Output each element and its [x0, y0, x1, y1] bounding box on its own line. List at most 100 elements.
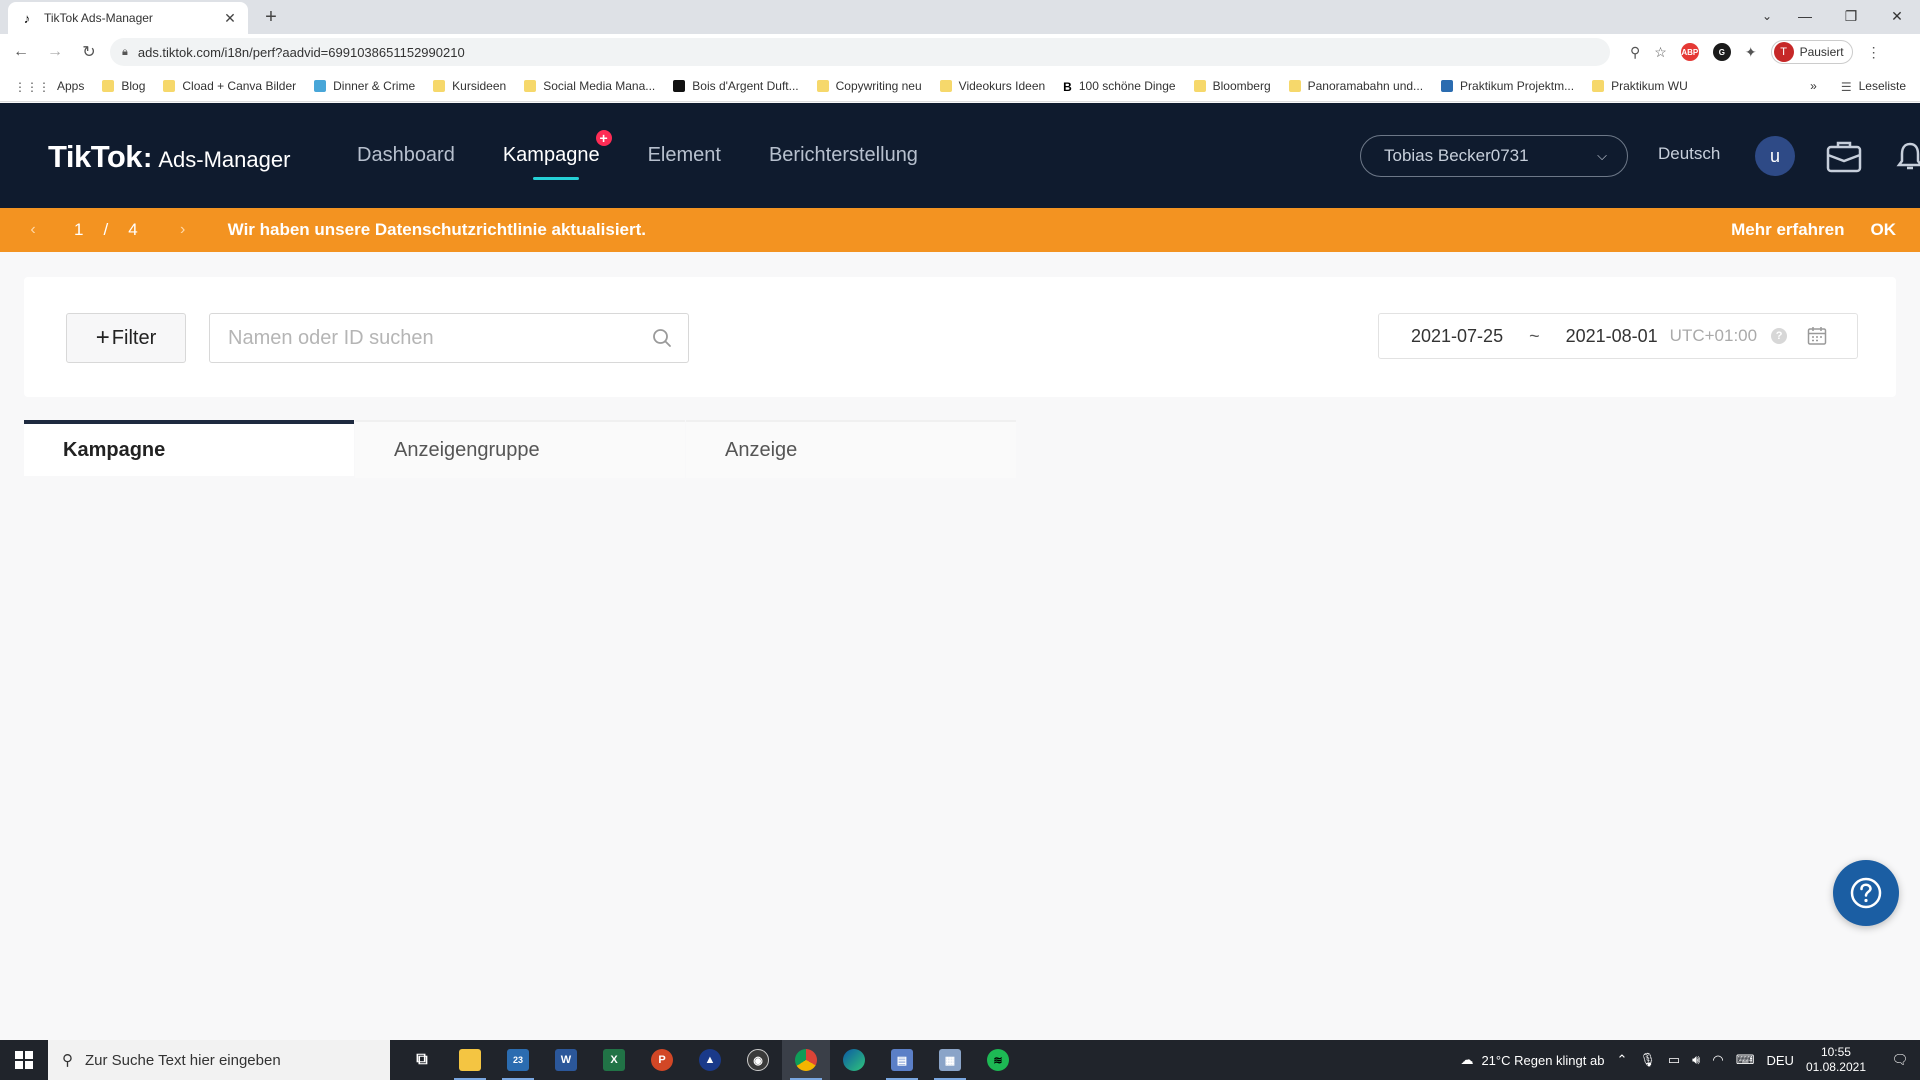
obs-icon: ◉: [747, 1049, 769, 1071]
bookmark-item[interactable]: Praktikum WU: [1592, 79, 1688, 93]
search-icon[interactable]: [652, 328, 672, 348]
bookmark-item[interactable]: Dinner & Crime: [314, 79, 415, 93]
microphone-icon[interactable]: 🎙︎: [1639, 1052, 1656, 1068]
taskbar-search-icon: ⚲: [62, 1052, 73, 1069]
add-filter-button[interactable]: + Filter: [66, 313, 186, 363]
profile-avatar: T: [1773, 42, 1794, 62]
tab-search-icon[interactable]: ⌄: [1752, 9, 1782, 23]
calendar-icon[interactable]: [1807, 326, 1827, 346]
close-tab-icon[interactable]: ✕: [222, 10, 238, 27]
bookmark-star-icon[interactable]: ☆: [1654, 44, 1667, 61]
close-window-icon[interactable]: ✕: [1874, 8, 1920, 25]
bookmark-item[interactable]: Blog: [102, 79, 145, 93]
account-selector[interactable]: Tobias Becker0731 ⌵: [1360, 135, 1628, 177]
taskbar-obs[interactable]: ◉: [734, 1040, 782, 1080]
create-badge-icon[interactable]: +: [595, 130, 612, 146]
url-text[interactable]: ads.tiktok.com/i18n/perf?aadvid=69910386…: [138, 45, 465, 60]
taskbar-spotify[interactable]: ≋: [974, 1040, 1022, 1080]
bookmarks-overflow-icon[interactable]: »: [1810, 79, 1817, 93]
tray-chevron-up-icon[interactable]: ⌃: [1616, 1052, 1627, 1068]
windows-start-button[interactable]: [0, 1040, 48, 1080]
taskbar-excel[interactable]: X: [590, 1040, 638, 1080]
bookmark-item[interactable]: B 100 schöne Dinge: [1063, 79, 1175, 94]
word-icon: W: [555, 1049, 577, 1071]
back-icon[interactable]: ←: [8, 43, 34, 61]
minimize-icon[interactable]: —: [1782, 8, 1828, 24]
date-range-picker[interactable]: 2021-07-25 ~ 2021-08-01 UTC+01:00 ?: [1378, 313, 1858, 359]
input-language[interactable]: DEU: [1766, 1053, 1793, 1068]
search-input[interactable]: [228, 326, 652, 350]
browser-menu-icon[interactable]: ⋮: [1867, 44, 1881, 61]
user-avatar[interactable]: u: [1755, 136, 1795, 176]
reload-icon[interactable]: ↻: [76, 42, 102, 62]
battery-icon[interactable]: ▭: [1668, 1052, 1680, 1068]
keyboard-icon[interactable]: ⌨: [1736, 1052, 1755, 1068]
notes-app-icon: ▦: [939, 1049, 961, 1071]
bookmark-item[interactable]: Copywriting neu: [816, 79, 922, 93]
bookmark-item[interactable]: Kursideen: [433, 79, 506, 93]
task-view-button[interactable]: ⧉: [398, 1040, 446, 1080]
site-icon: [673, 79, 686, 92]
taskbar-chrome[interactable]: [782, 1040, 830, 1080]
nav-element[interactable]: Element: [648, 103, 721, 208]
bookmark-item[interactable]: Cload + Canva Bilder: [163, 79, 296, 93]
bookmark-item[interactable]: Bloomberg: [1193, 79, 1271, 93]
bookmark-item[interactable]: Panoramabahn und...: [1288, 79, 1423, 93]
taskbar-word[interactable]: W: [542, 1040, 590, 1080]
notice-ok-button[interactable]: OK: [1871, 220, 1897, 240]
grammarly-extension-icon[interactable]: G: [1712, 43, 1731, 61]
taskbar-app-triangle[interactable]: ▲: [686, 1040, 734, 1080]
extensions-puzzle-icon[interactable]: ✦: [1745, 44, 1757, 61]
timezone-help-icon[interactable]: ?: [1771, 328, 1788, 344]
taskbar-powerpoint[interactable]: P: [638, 1040, 686, 1080]
taskbar-mail[interactable]: 23: [494, 1040, 542, 1080]
new-tab-button[interactable]: +: [260, 6, 282, 28]
reading-list-button[interactable]: ☰ Leseliste: [1841, 79, 1906, 94]
tiktok-logo[interactable]: TikTok : Ads-Manager: [48, 139, 290, 175]
taskbar-clock[interactable]: 10:55 01.08.2021: [1806, 1045, 1866, 1075]
language-switcher[interactable]: Deutsch: [1658, 144, 1720, 164]
nav-berichterstellung[interactable]: Berichterstellung: [769, 103, 918, 208]
bookmark-item[interactable]: Social Media Mana...: [524, 79, 655, 93]
bookmarks-right: » ☰ Leseliste: [1810, 79, 1906, 94]
taskbar-edge[interactable]: [830, 1040, 878, 1080]
taskbar-app-notes[interactable]: ▦: [926, 1040, 974, 1080]
notifications-icon[interactable]: 🗨︎: [1880, 1052, 1920, 1068]
nav-kampagne[interactable]: Kampagne +: [503, 103, 612, 208]
tab-anzeige[interactable]: Anzeige: [686, 420, 1016, 478]
profile-button[interactable]: T Pausiert: [1770, 40, 1853, 64]
bell-icon[interactable]: [1896, 141, 1920, 171]
site-icon: B: [1063, 79, 1072, 94]
windows-taskbar: ⚲ Zur Suche Text hier eingeben ⧉ 23 W X …: [0, 1040, 1920, 1080]
nav-dashboard[interactable]: Dashboard: [357, 103, 455, 208]
volume-icon[interactable]: 🔊︎: [1692, 1052, 1700, 1068]
taskbar-explorer[interactable]: [446, 1040, 494, 1080]
help-button[interactable]: [1833, 860, 1899, 926]
weather-widget[interactable]: ☁ 21°C Regen klingt ab: [1460, 1052, 1604, 1068]
bookmark-item[interactable]: Videokurs Ideen: [939, 79, 1045, 93]
notice-prev-icon[interactable]: ‹: [18, 221, 48, 239]
account-name: Tobias Becker0731: [1384, 146, 1529, 165]
tab-anzeigengruppe[interactable]: Anzeigengruppe: [355, 420, 685, 478]
browser-tab[interactable]: ♪ TikTok Ads-Manager ✕: [8, 2, 248, 34]
folder-icon: [524, 79, 537, 92]
bookmark-item[interactable]: Praktikum Projektm...: [1441, 79, 1574, 93]
notice-learn-more-link[interactable]: Mehr erfahren: [1731, 220, 1844, 240]
taskbar-search[interactable]: ⚲ Zur Suche Text hier eingeben: [48, 1040, 390, 1080]
wifi-icon[interactable]: ◠: [1712, 1052, 1723, 1068]
taskbar-app-doc[interactable]: ▤: [878, 1040, 926, 1080]
lock-icon[interactable]: 🔒︎: [122, 46, 128, 59]
bookmark-apps[interactable]: ⋮⋮⋮ Apps: [14, 79, 84, 94]
bookmark-item[interactable]: Bois d'Argent Duft...: [673, 79, 799, 93]
notice-total: 4: [128, 220, 138, 239]
zoom-icon[interactable]: ⚲: [1630, 44, 1640, 61]
briefcase-icon[interactable]: [1826, 139, 1862, 173]
forward-icon[interactable]: →: [42, 43, 68, 61]
notice-next-icon[interactable]: ›: [168, 221, 198, 239]
adblock-extension-icon[interactable]: ABP: [1680, 43, 1699, 61]
tab-kampagne[interactable]: Kampagne: [24, 420, 354, 476]
weather-rain-icon: ☁: [1460, 1052, 1474, 1067]
restore-icon[interactable]: ❐: [1828, 8, 1874, 25]
chrome-icon: [795, 1049, 817, 1071]
address-bar[interactable]: 🔒︎ ads.tiktok.com/i18n/perf?aadvid=69910…: [110, 38, 1610, 66]
